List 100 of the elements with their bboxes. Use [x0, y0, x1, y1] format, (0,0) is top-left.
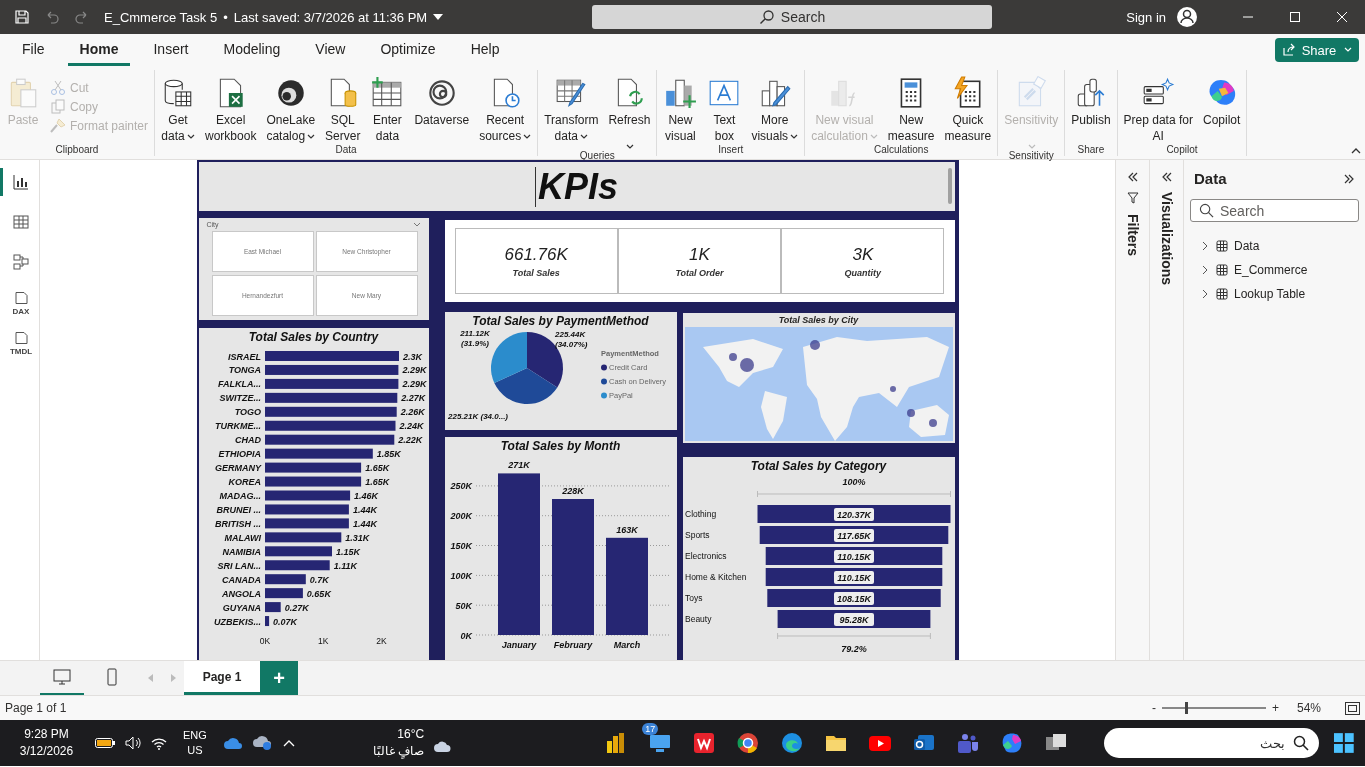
bar[interactable]	[264, 434, 394, 445]
page-tab[interactable]: Page 1	[184, 661, 260, 695]
bar[interactable]	[264, 364, 398, 375]
ribbon-button[interactable]: Refresh	[606, 76, 653, 150]
zoom-out-button[interactable]: -	[1151, 701, 1156, 715]
bar[interactable]	[264, 602, 281, 613]
avatar-icon[interactable]	[1176, 6, 1198, 28]
ribbon-button[interactable]: Quick measure	[942, 76, 994, 144]
ribbon-button[interactable]: Prep data for AI	[1121, 76, 1195, 144]
share-button[interactable]: Share	[1275, 38, 1359, 62]
pane-title[interactable]: Visualizations	[1158, 192, 1175, 286]
menu-tab[interactable]: Help	[458, 34, 512, 66]
volume-icon[interactable]	[125, 736, 141, 750]
wifi-icon[interactable]	[151, 736, 167, 750]
save-icon[interactable]	[14, 9, 30, 25]
close-icon[interactable]	[1335, 11, 1348, 23]
browser-icon[interactable]	[780, 731, 805, 755]
bar[interactable]	[264, 518, 349, 529]
tree-item[interactable]: Data	[1190, 234, 1359, 258]
view-button[interactable]: TMDL	[0, 328, 40, 356]
menu-tab[interactable]: File	[10, 34, 57, 66]
bar[interactable]	[264, 532, 341, 543]
ribbon-button[interactable]: Recent sources	[477, 76, 534, 144]
funnel-bar[interactable]	[766, 589, 941, 607]
data-label: 2.22K	[397, 435, 422, 446]
bar[interactable]	[264, 560, 330, 571]
browser-icon[interactable]	[736, 731, 761, 755]
menu-tab[interactable]: Insert	[141, 34, 201, 66]
expand-icon[interactable]	[1343, 173, 1355, 184]
region-code[interactable]: US	[187, 743, 203, 758]
collapse-ribbon-icon[interactable]	[1351, 147, 1361, 155]
bar[interactable]	[551, 499, 594, 635]
fit-page-icon[interactable]	[1345, 701, 1360, 715]
ribbon-button[interactable]: OneLake catalog	[264, 76, 318, 144]
bar[interactable]	[605, 537, 648, 635]
sign-in-link[interactable]: Sign in	[1126, 9, 1166, 25]
view-button[interactable]: DAX	[0, 288, 40, 316]
bar[interactable]	[264, 504, 349, 515]
ribbon-button[interactable]: Get data	[159, 76, 198, 144]
ribbon-button[interactable]: Dataverse	[412, 76, 472, 128]
letter-tile-icon[interactable]	[692, 731, 717, 755]
cloud-sync-icon[interactable]	[252, 735, 273, 751]
menu-tab[interactable]: Modeling	[211, 34, 293, 66]
bar[interactable]	[264, 546, 332, 557]
funnel-bar[interactable]	[765, 547, 942, 565]
collapse-icon[interactable]	[1126, 172, 1139, 182]
menu-tab[interactable]: View	[303, 34, 358, 66]
pane-title[interactable]: Filters	[1124, 214, 1141, 256]
maximize-icon[interactable]	[1288, 11, 1301, 23]
zoom-in-button[interactable]: +	[1271, 701, 1279, 715]
bar[interactable]	[264, 462, 361, 473]
table-icon	[1216, 288, 1228, 300]
funnel-bar[interactable]	[759, 526, 948, 544]
ribbon-button[interactable]: Publish	[1069, 76, 1113, 128]
language-code[interactable]: ENG	[183, 728, 207, 743]
bar[interactable]	[264, 420, 395, 431]
ribbon-button[interactable]: New measure	[885, 76, 937, 144]
cloud-icon[interactable]	[222, 736, 243, 750]
bar[interactable]	[264, 406, 397, 417]
clock-time[interactable]: 9:28 PM	[24, 726, 69, 743]
ribbon-button[interactable]: New visual	[661, 76, 700, 144]
people-icon[interactable]	[956, 731, 981, 755]
funnel-bar[interactable]	[765, 568, 942, 586]
kpi-label: Total Order	[675, 267, 724, 278]
chevron-up-icon[interactable]	[282, 739, 295, 747]
slider-thumb[interactable]	[1184, 702, 1188, 714]
menu-tab[interactable]: Optimize	[368, 34, 448, 66]
funnel-bar[interactable]	[757, 505, 950, 523]
ribbon-button[interactable]: Transform data	[542, 76, 601, 144]
bar[interactable]	[264, 574, 306, 585]
clock-date[interactable]: 3/12/2026	[19, 743, 74, 760]
search-field[interactable]: Search	[592, 5, 992, 29]
search-field[interactable]: Search	[1190, 199, 1359, 222]
ribbon-button[interactable]: Enter data	[368, 76, 407, 144]
bar[interactable]	[264, 476, 361, 487]
chevron-down-icon[interactable]	[412, 222, 421, 227]
temperature[interactable]: 16°C	[397, 726, 425, 743]
pie-slice[interactable]	[493, 368, 557, 404]
collapse-icon[interactable]	[1160, 172, 1173, 182]
tree-item[interactable]: Lookup Table	[1190, 282, 1359, 306]
search-field[interactable]: بحث	[1104, 728, 1320, 758]
bar[interactable]	[264, 392, 397, 403]
ribbon-button[interactable]: SQL Server	[323, 76, 363, 144]
ribbon-button[interactable]: Copilot	[1200, 76, 1243, 128]
dropdown-icon[interactable]	[433, 14, 444, 20]
add-page-button[interactable]: +	[260, 661, 298, 695]
bar[interactable]	[264, 616, 269, 627]
pie-slice[interactable]	[490, 332, 527, 384]
ribbon-button[interactable]: More visuals	[749, 76, 801, 144]
scrollbar[interactable]	[947, 168, 952, 204]
windows-logo-icon[interactable]	[1333, 732, 1355, 754]
bar[interactable]	[497, 473, 540, 635]
bar[interactable]	[264, 378, 398, 389]
ribbon-button[interactable]: Text box	[705, 76, 744, 144]
battery-icon[interactable]	[95, 738, 115, 748]
bar[interactable]	[264, 448, 373, 459]
ribbon-button[interactable]: Excel workbook	[203, 76, 259, 144]
tree-item[interactable]: E_Commerce	[1190, 258, 1359, 282]
bar[interactable]	[264, 588, 303, 599]
weather-text[interactable]: صافٍ غالبًا	[372, 743, 425, 760]
